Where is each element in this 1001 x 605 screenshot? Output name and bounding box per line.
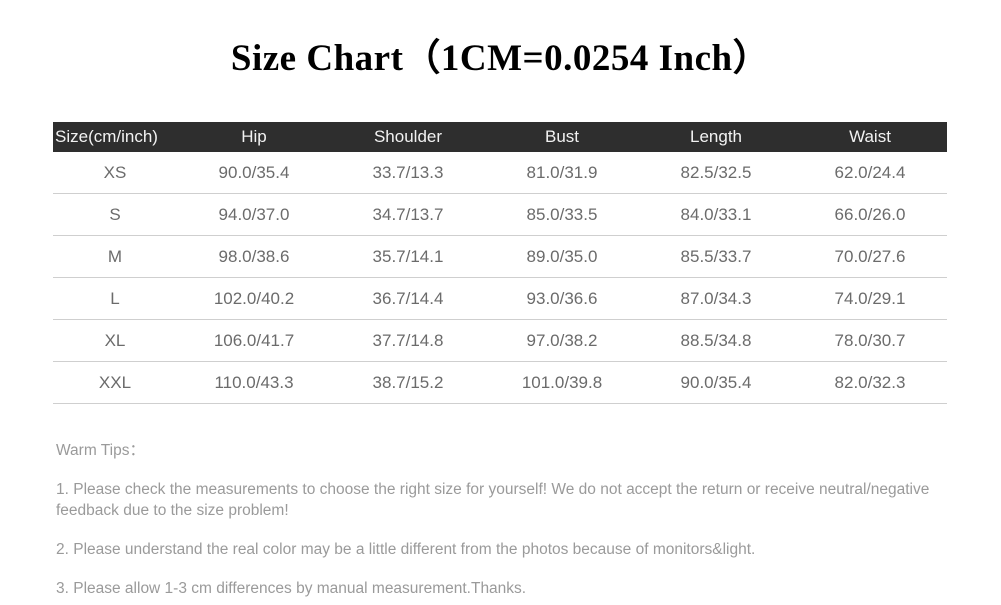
cell-waist: 62.0/24.4 bbox=[793, 152, 947, 194]
size-chart-page: Size Chart（1CM=0.0254 Inch） Size(cm/inch… bbox=[0, 0, 1001, 605]
cell-size: XS bbox=[53, 152, 177, 194]
cell-length: 82.5/32.5 bbox=[639, 152, 793, 194]
cell-size: XXL bbox=[53, 361, 177, 404]
cell-shoulder: 37.7/14.8 bbox=[331, 319, 485, 362]
cell-shoulder: 35.7/14.1 bbox=[331, 235, 485, 278]
cell-bust: 97.0/38.2 bbox=[485, 319, 639, 362]
warm-tip-item-3: 3. Please allow 1-3 cm differences by ma… bbox=[56, 580, 527, 597]
cell-length: 84.0/33.1 bbox=[639, 193, 793, 236]
cell-bust: 81.0/31.9 bbox=[485, 152, 639, 194]
table-row: XS 90.0/35.4 33.7/13.3 81.0/31.9 82.5/32… bbox=[53, 152, 947, 194]
cell-shoulder: 38.7/15.2 bbox=[331, 361, 485, 404]
cell-size: L bbox=[53, 277, 177, 320]
table-row: L 102.0/40.2 36.7/14.4 93.0/36.6 87.0/34… bbox=[53, 277, 947, 320]
table-row: XL 106.0/41.7 37.7/14.8 97.0/38.2 88.5/3… bbox=[53, 319, 947, 362]
table-row: S 94.0/37.0 34.7/13.7 85.0/33.5 84.0/33.… bbox=[53, 193, 947, 236]
cell-shoulder: 33.7/13.3 bbox=[331, 152, 485, 194]
cell-size: S bbox=[53, 193, 177, 236]
warm-tip-item-1: 1. Please check the measurements to choo… bbox=[56, 481, 930, 519]
column-header-length: Length bbox=[639, 122, 793, 152]
cell-hip: 94.0/37.0 bbox=[177, 193, 331, 236]
column-header-hip: Hip bbox=[177, 122, 331, 152]
cell-bust: 101.0/39.8 bbox=[485, 361, 639, 404]
cell-hip: 106.0/41.7 bbox=[177, 319, 331, 362]
cell-length: 88.5/34.8 bbox=[639, 319, 793, 362]
column-header-waist: Waist bbox=[793, 122, 947, 152]
cell-hip: 90.0/35.4 bbox=[177, 152, 331, 194]
cell-hip: 102.0/40.2 bbox=[177, 277, 331, 320]
table-row: M 98.0/38.6 35.7/14.1 89.0/35.0 85.5/33.… bbox=[53, 235, 947, 278]
cell-hip: 98.0/38.6 bbox=[177, 235, 331, 278]
cell-waist: 70.0/27.6 bbox=[793, 235, 947, 278]
page-title: Size Chart（1CM=0.0254 Inch） bbox=[230, 38, 771, 79]
cell-hip: 110.0/43.3 bbox=[177, 361, 331, 404]
cell-length: 85.5/33.7 bbox=[639, 235, 793, 278]
warm-tip-item-2: 2. Please understand the real color may … bbox=[56, 541, 756, 558]
table-header-row: Size(cm/inch) Hip Shoulder Bust Length W… bbox=[53, 122, 947, 152]
cell-bust: 85.0/33.5 bbox=[485, 193, 639, 236]
table-header: Size(cm/inch) Hip Shoulder Bust Length W… bbox=[53, 122, 947, 152]
column-header-bust: Bust bbox=[485, 122, 639, 152]
cell-waist: 78.0/30.7 bbox=[793, 319, 947, 362]
cell-bust: 89.0/35.0 bbox=[485, 235, 639, 278]
cell-length: 87.0/34.3 bbox=[639, 277, 793, 320]
column-header-size: Size(cm/inch) bbox=[53, 122, 177, 152]
cell-waist: 82.0/32.3 bbox=[793, 361, 947, 404]
warm-tips-section: Warm Tips： 1. Please check the measureme… bbox=[56, 440, 950, 599]
cell-shoulder: 34.7/13.7 bbox=[331, 193, 485, 236]
table-body: XS 90.0/35.4 33.7/13.3 81.0/31.9 82.5/32… bbox=[53, 152, 947, 404]
cell-waist: 74.0/29.1 bbox=[793, 277, 947, 320]
cell-size: M bbox=[53, 235, 177, 278]
warm-tips-heading: Warm Tips： bbox=[56, 442, 145, 459]
cell-size: XL bbox=[53, 319, 177, 362]
cell-length: 90.0/35.4 bbox=[639, 361, 793, 404]
column-header-shoulder: Shoulder bbox=[331, 122, 485, 152]
cell-waist: 66.0/26.0 bbox=[793, 193, 947, 236]
cell-bust: 93.0/36.6 bbox=[485, 277, 639, 320]
table-row: XXL 110.0/43.3 38.7/15.2 101.0/39.8 90.0… bbox=[53, 361, 947, 404]
cell-shoulder: 36.7/14.4 bbox=[331, 277, 485, 320]
size-chart-table: Size(cm/inch) Hip Shoulder Bust Length W… bbox=[53, 122, 947, 404]
